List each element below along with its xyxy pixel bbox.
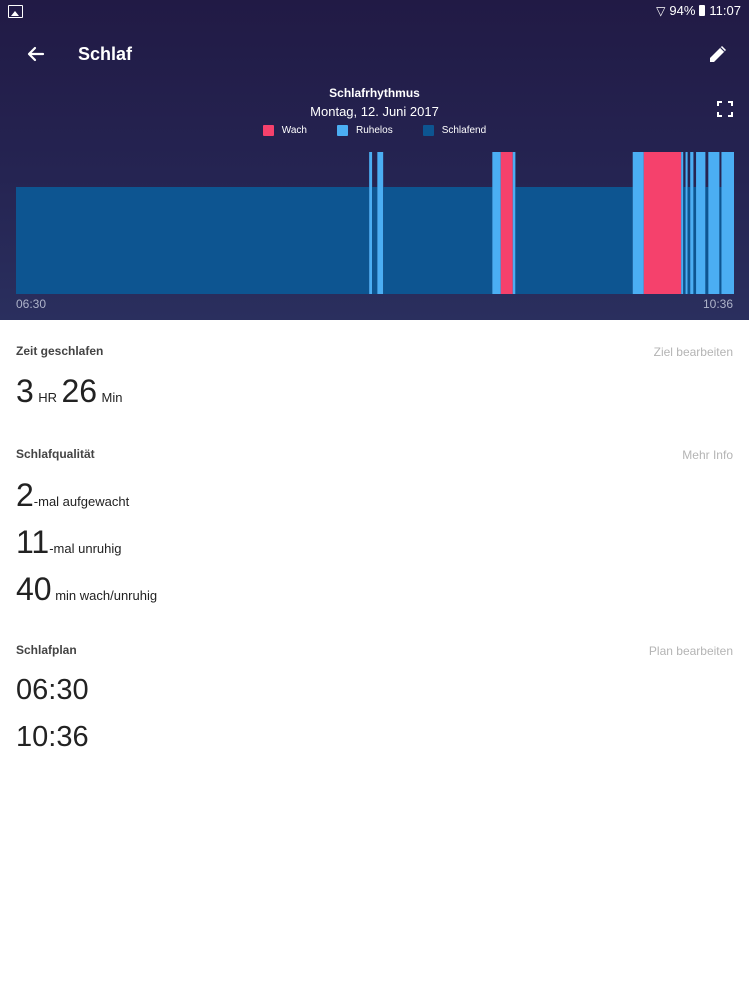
- page-title: Schlaf: [78, 44, 133, 64]
- minutes-unit: Min: [101, 390, 123, 405]
- battery-percent: 94%: [669, 3, 696, 18]
- legend-swatch-wach: [262, 125, 274, 136]
- back-button[interactable]: [22, 40, 50, 68]
- sleep-segment-schlafend: [16, 187, 370, 294]
- legend-swatch-ruhelos: [337, 125, 348, 136]
- hours-value: 3: [16, 373, 34, 409]
- plan-start-time: 06:30: [16, 674, 89, 706]
- fullscreen-button[interactable]: [714, 98, 736, 120]
- sleep-segment-schlafend: [687, 187, 691, 294]
- sleep-segment-ruhelos: [632, 152, 644, 294]
- sleep-segment-schlafend: [383, 187, 493, 294]
- minutes-value: 26: [61, 373, 98, 409]
- quality-row-restless: 11-mal unruhig: [16, 524, 121, 561]
- sleep-segment-schlafend: [719, 187, 722, 294]
- awake-minutes: 40: [16, 571, 52, 607]
- hours-unit: HR: [38, 390, 58, 405]
- chart-legend: Wach Ruhelos Schlafend: [0, 125, 749, 136]
- status-right: ▽ 94% 11:07: [656, 3, 741, 18]
- sleep-plan-label: Schlafplan: [16, 643, 77, 657]
- x-axis-end-label: 10:36: [702, 297, 733, 311]
- edit-goal-link[interactable]: Ziel bearbeiten: [654, 345, 733, 359]
- sleep-segment-ruhelos: [685, 152, 688, 294]
- quality-row-minutes: 40 min wach/unruhig: [16, 571, 157, 608]
- sleep-segment-ruhelos: [696, 152, 706, 294]
- edit-button[interactable]: [704, 40, 732, 68]
- status-bar: ▽ 94% 11:07: [0, 0, 749, 24]
- status-time: 11:07: [709, 3, 741, 18]
- sleep-header: ▽ 94% 11:07 Schlaf Schlafrhythmus Montag…: [0, 0, 749, 320]
- sleep-segment-ruhelos: [369, 152, 373, 294]
- sleep-segment-ruhelos: [512, 152, 516, 294]
- awake-text: -mal aufgewacht: [33, 494, 130, 509]
- plan-end-time: 10:36: [16, 721, 89, 753]
- sleep-segment-ruhelos: [681, 152, 684, 294]
- sleep-segment-schlafend: [693, 187, 697, 294]
- x-axis-start-label: 06:30: [16, 297, 47, 311]
- battery-icon: [699, 5, 706, 16]
- restless-text: -mal unruhig: [49, 541, 122, 556]
- legend-item-wach: Wach: [262, 125, 307, 136]
- chart-title: Schlafrhythmus: [329, 86, 420, 100]
- legend-label-ruhelos: Ruhelos: [356, 125, 393, 136]
- quality-row-awake: 2-mal aufgewacht: [16, 477, 129, 514]
- sleep-segment-schlafend: [683, 187, 686, 294]
- sleep-segment-ruhelos: [492, 152, 501, 294]
- sleep-quality-label: Schlafqualität: [16, 447, 95, 461]
- awake-count: 2: [16, 477, 34, 513]
- time-asleep-value: 3 HR 26 Min: [16, 373, 122, 410]
- sleep-segment-wach: [643, 152, 682, 294]
- image-icon: [8, 5, 23, 18]
- edit-plan-link[interactable]: Plan bearbeiten: [649, 644, 733, 658]
- sleep-stage-chart: [16, 152, 734, 294]
- sleep-segment-ruhelos: [721, 152, 734, 294]
- restless-count: 11: [16, 524, 50, 560]
- pencil-icon: [710, 46, 726, 62]
- chart-date: Montag, 12. Juni 2017: [310, 104, 439, 119]
- awake-minutes-text: min wach/unruhig: [51, 588, 158, 603]
- sleep-segment-schlafend: [372, 187, 378, 294]
- legend-label-schlafend: Schlafend: [441, 125, 487, 136]
- legend-item-ruhelos: Ruhelos: [337, 125, 393, 136]
- more-info-link[interactable]: Mehr Info: [682, 448, 733, 462]
- time-asleep-label: Zeit geschlafen: [16, 344, 104, 358]
- sleep-segment-ruhelos: [690, 152, 694, 294]
- sleep-segment-schlafend: [515, 187, 633, 294]
- legend-label-wach: Wach: [281, 125, 307, 136]
- sleep-segment-schlafend: [705, 187, 709, 294]
- legend-swatch-schlafend: [422, 125, 434, 136]
- legend-item-schlafend: Schlafend: [422, 125, 487, 136]
- wifi-icon: ▽: [656, 3, 666, 18]
- sleep-segment-ruhelos: [377, 152, 384, 294]
- fullscreen-icon: [717, 101, 733, 117]
- sleep-segment-wach: [500, 152, 513, 294]
- arrow-back-icon: [27, 46, 45, 62]
- sleep-segment-ruhelos: [708, 152, 720, 294]
